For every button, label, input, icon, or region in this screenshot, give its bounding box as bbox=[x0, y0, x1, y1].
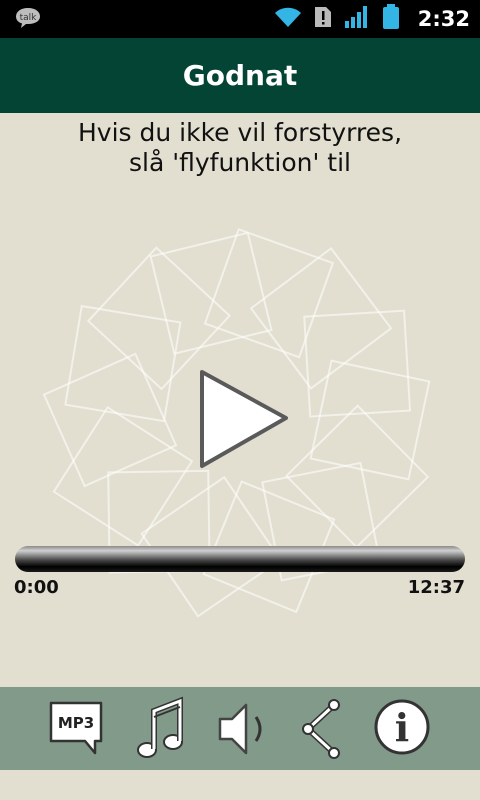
info-label: i bbox=[395, 705, 409, 750]
speaker-icon bbox=[218, 703, 262, 755]
progress-bar[interactable] bbox=[15, 546, 465, 572]
sd-card-alert-icon bbox=[314, 6, 332, 32]
battery-icon bbox=[382, 4, 400, 34]
pattern-square bbox=[52, 405, 194, 547]
page-title: Godnat bbox=[182, 59, 298, 92]
share-icon bbox=[302, 699, 340, 759]
pattern-square bbox=[303, 309, 412, 418]
play-button[interactable] bbox=[190, 360, 300, 480]
hint-line-2: slå 'flyfunktion' til bbox=[128, 148, 352, 177]
info-button[interactable]: i bbox=[370, 695, 434, 759]
mp3-button[interactable]: MP3 bbox=[45, 695, 109, 759]
clock: 2:32 bbox=[417, 7, 470, 31]
status-bar: talk 2:32 bbox=[0, 0, 480, 38]
signal-icon bbox=[344, 5, 370, 33]
pattern-square bbox=[285, 404, 430, 549]
mp3-icon: MP3 bbox=[49, 701, 103, 755]
music-button[interactable] bbox=[130, 695, 194, 759]
info-icon: i bbox=[374, 699, 430, 755]
total-duration: 12:37 bbox=[407, 577, 465, 598]
pattern-square bbox=[203, 228, 335, 359]
pattern-square bbox=[64, 304, 182, 423]
title-bar: Godnat bbox=[0, 38, 480, 113]
music-note-icon bbox=[137, 696, 183, 758]
share-button[interactable] bbox=[292, 695, 356, 759]
wifi-icon bbox=[274, 5, 302, 33]
mp3-label: MP3 bbox=[58, 714, 94, 732]
volume-button[interactable] bbox=[212, 695, 276, 759]
bottom-toolbar: MP3 i bbox=[0, 687, 480, 770]
talk-label: talk bbox=[20, 13, 38, 23]
talk-icon: talk bbox=[14, 6, 42, 34]
play-icon bbox=[200, 370, 288, 468]
hint-line-1: Hvis du ikke vil forstyrres, bbox=[77, 118, 403, 147]
elapsed-time: 0:00 bbox=[14, 577, 59, 598]
airplane-mode-hint: Hvis du ikke vil forstyrres, slå 'flyfun… bbox=[0, 118, 480, 178]
